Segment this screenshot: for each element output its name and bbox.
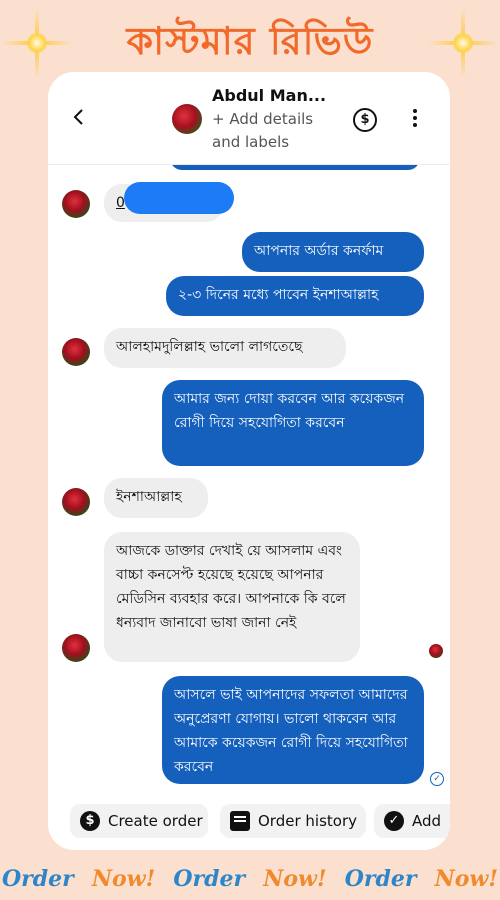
create-order-button[interactable]: $ Create order <box>70 804 208 838</box>
message-list: 0 আপনার অর্ডার কনর্ফাম ২-৩ দিনের মধ্যে প… <box>48 158 450 794</box>
back-arrow-icon[interactable] <box>70 108 88 126</box>
order-now-footer: Order Now! Order Now! Order Now! <box>0 866 500 896</box>
contact-avatar[interactable] <box>172 104 202 134</box>
incoming-message[interactable]: আজকে ডাক্তার দেখাই য়ে আসলাম এবং বাচ্চা … <box>104 532 360 662</box>
footer-order-text[interactable]: Order <box>173 866 245 896</box>
sender-avatar <box>62 338 90 366</box>
footer-order-text[interactable]: Order <box>2 866 74 896</box>
footer-now-text[interactable]: Now! <box>263 866 326 896</box>
add-button[interactable]: ✓ Add <box>374 804 450 838</box>
contact-name[interactable]: Abdul Man... <box>212 86 326 105</box>
add-details-link[interactable]: + Add details and labels <box>212 108 332 154</box>
dollar-circle-icon: $ <box>80 811 100 831</box>
chat-header: Abdul Man... + Add details and labels $ <box>48 72 450 165</box>
delivered-check-icon: ✓ <box>430 772 444 786</box>
more-options-icon[interactable] <box>412 109 418 129</box>
footer-now-text[interactable]: Now! <box>92 866 155 896</box>
footer-now-text[interactable]: Now! <box>435 866 498 896</box>
dollar-icon[interactable]: $ <box>353 108 377 132</box>
sender-avatar <box>62 190 90 218</box>
outgoing-message[interactable]: আমার জন্য দোয়া করবেন আর কয়েকজন রোগী দি… <box>162 380 424 466</box>
quick-actions-bar: $ Create order Order history ✓ Add <box>48 798 450 844</box>
redaction-scribble <box>124 182 234 214</box>
messenger-screenshot: Abdul Man... + Add details and labels $ … <box>48 72 450 850</box>
seen-avatar <box>429 644 443 658</box>
outgoing-message[interactable]: আপনার অর্ডার কনর্ফাম <box>242 232 424 272</box>
order-list-icon <box>230 811 250 831</box>
banner-title: কাস্টমার রিভিউ <box>126 19 374 63</box>
sender-avatar <box>62 634 90 662</box>
footer-order-text[interactable]: Order <box>345 866 417 896</box>
outgoing-message[interactable]: ২-৩ দিনের মধ্যে পাবেন ইনশাআল্লাহ <box>166 276 424 316</box>
outgoing-message[interactable]: আসলে ভাই আপনাদের সফলতা আমাদের অনুপ্রেরণা… <box>162 676 424 784</box>
sender-avatar <box>62 488 90 516</box>
incoming-message[interactable]: আলহামদুলিল্লাহ ভালো লাগতেছে <box>104 328 346 368</box>
check-circle-icon: ✓ <box>384 811 404 831</box>
incoming-message[interactable]: ইনশাআল্লাহ <box>104 478 208 518</box>
order-history-button[interactable]: Order history <box>220 804 366 838</box>
